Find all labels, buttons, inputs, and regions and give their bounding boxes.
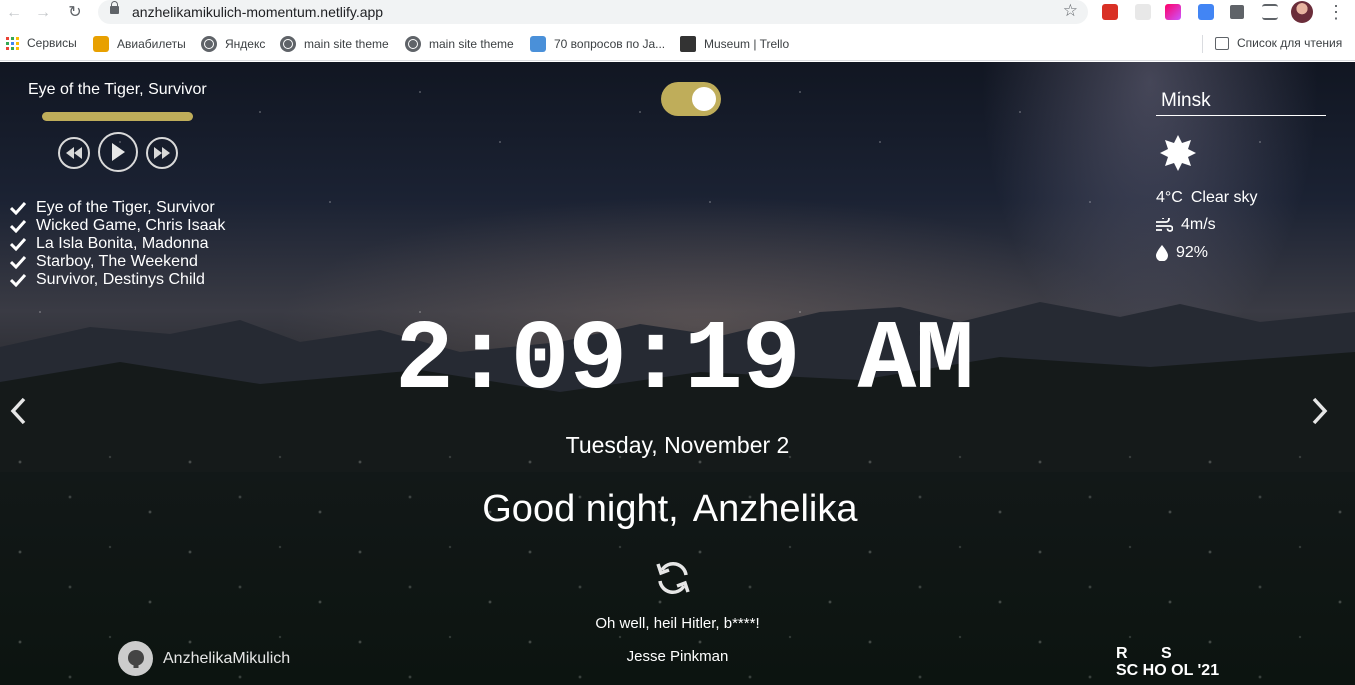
globe-icon [280, 36, 296, 52]
greeting: Good night, [0, 488, 1355, 531]
name-input[interactable] [692, 488, 873, 531]
check-icon [10, 237, 26, 251]
droplet-icon [1156, 245, 1168, 261]
current-song-title: Eye of the Tiger, Survivor [28, 81, 207, 98]
play-button[interactable] [98, 132, 138, 172]
extension-icon[interactable] [1165, 4, 1181, 20]
bookmark-label: main site theme [429, 37, 514, 51]
playlist: Eye of the Tiger, Survivor Wicked Game, … [10, 199, 225, 289]
url-text[interactable]: anzhelikamikulich-momentum.netlify.app [132, 4, 383, 20]
playlist-item[interactable]: Survivor, Destinys Child [10, 271, 225, 289]
momentum-page: Eye of the Tiger, Survivor Eye of the Ti… [0, 62, 1355, 685]
bookmark-aviabilety[interactable]: Авиабилеты [93, 36, 186, 52]
check-icon [10, 273, 26, 287]
rewind-icon [66, 147, 82, 159]
extension-icon[interactable] [1135, 4, 1151, 20]
wind-row: 4m/s [1156, 216, 1216, 234]
profile-avatar[interactable] [1291, 1, 1313, 23]
wind-icon [1156, 218, 1173, 232]
rs-school-logo[interactable]: R S SC HO OL '21 [1116, 642, 1231, 679]
playlist-item-label: Eye of the Tiger, Survivor [36, 199, 215, 216]
apps-grid-icon [6, 36, 19, 50]
reading-list-button[interactable]: Список для чтения [1215, 36, 1342, 50]
toggle-knob [692, 87, 716, 111]
puzzle-extensions-icon[interactable] [1230, 5, 1244, 19]
translate-icon[interactable] [1198, 4, 1214, 20]
bookmark-label: Museum | Trello [704, 37, 790, 51]
github-username: AnzhelikaMikulich [163, 649, 291, 667]
svg-text:R: R [1116, 645, 1128, 662]
svg-text:SC HO OL '21: SC HO OL '21 [1116, 662, 1219, 678]
wind-speed: 4m/s [1181, 216, 1216, 233]
bookmark-yandex[interactable]: Яндекс [201, 36, 265, 52]
check-icon [10, 219, 26, 233]
bookmark-museum-trello[interactable]: Museum | Trello [680, 36, 789, 52]
humidity-row: 92% [1156, 244, 1208, 262]
next-button[interactable] [146, 137, 178, 169]
quote-text: Oh well, heil Hitler, b****! [595, 615, 760, 632]
settings-toggle[interactable] [661, 82, 721, 116]
rs-school-logo-icon: R S SC HO OL '21 [1116, 645, 1219, 679]
prev-button[interactable] [58, 137, 90, 169]
svg-text:S: S [1161, 645, 1172, 662]
reload-icon[interactable]: ↻ [65, 3, 85, 23]
playlist-item[interactable]: Wicked Game, Chris Isaak [10, 217, 225, 235]
playlist-item-label: La Isla Bonita, Madonna [36, 235, 209, 252]
bookmarks-bar: Сервисы Авиабилеты Яндекс main site them… [0, 27, 1355, 61]
bookmark-site-icon [530, 36, 546, 52]
song-progress-bar[interactable] [42, 112, 193, 121]
bookmark-label: Авиабилеты [117, 37, 186, 51]
globe-icon [201, 36, 217, 52]
extension-icon[interactable] [1102, 4, 1118, 20]
bookmark-label: Яндекс [225, 37, 266, 51]
bookmark-label: Сервисы [27, 36, 77, 50]
city-input[interactable] [1156, 86, 1326, 116]
divider [1202, 35, 1203, 53]
weather-summary: 4°C Clear sky [1156, 189, 1258, 207]
humidity-value: 92% [1176, 244, 1209, 261]
slide-next-icon[interactable] [1308, 395, 1332, 427]
playlist-item-label: Wicked Game, Chris Isaak [36, 217, 226, 234]
globe-icon [405, 36, 421, 52]
media-control-icon[interactable] [1262, 4, 1278, 20]
bookmark-main-site-theme-1[interactable]: main site theme [280, 36, 389, 52]
lock-icon [110, 1, 119, 14]
playlist-item-label: Survivor, Destinys Child [36, 271, 205, 288]
check-icon [10, 201, 26, 215]
reading-list-icon [1215, 36, 1229, 50]
playlist-item[interactable]: Eye of the Tiger, Survivor [10, 199, 225, 217]
reading-list-label: Список для чтения [1237, 36, 1343, 50]
bookmark-star-icon[interactable]: ☆ [1063, 1, 1078, 21]
bookmark-70-questions[interactable]: 70 вопросов по Ja... [530, 36, 665, 52]
github-link[interactable]: AnzhelikaMikulich [118, 641, 290, 676]
check-icon [10, 255, 26, 269]
back-arrow-icon[interactable]: ← [4, 3, 24, 23]
trello-icon [680, 36, 696, 52]
ticket-icon [93, 36, 109, 52]
playlist-item-label: Starboy, The Weekend [36, 253, 198, 270]
weather-description: Clear sky [1190, 189, 1258, 206]
slide-prev-icon[interactable] [6, 395, 30, 427]
forward-arrow-icon[interactable]: → [33, 3, 53, 23]
bookmark-main-site-theme-2[interactable]: main site theme [405, 36, 514, 52]
fast-forward-icon [154, 147, 170, 159]
bookmark-apps[interactable]: Сервисы [6, 36, 77, 50]
temperature: 4°C [1156, 189, 1183, 206]
playlist-item[interactable]: Starboy, The Weekend [10, 253, 225, 271]
address-bar[interactable]: anzhelikamikulich-momentum.netlify.app ☆ [98, 0, 1088, 24]
sun-icon [1160, 135, 1196, 171]
date: Tuesday, November 2 [565, 432, 790, 458]
browser-toolbar: ← → ↻ anzhelikamikulich-momentum.netlify… [0, 0, 1355, 27]
play-icon [112, 143, 125, 161]
kebab-menu-icon[interactable]: ⋮ [1327, 2, 1345, 23]
github-icon [118, 641, 153, 676]
greeting-text: Good night, [482, 488, 679, 530]
bookmark-label: main site theme [304, 37, 389, 51]
playlist-item[interactable]: La Isla Bonita, Madonna [10, 235, 225, 253]
clock: 2:09:19 AM [395, 306, 974, 417]
bookmark-label: 70 вопросов по Ja... [554, 37, 666, 51]
refresh-quote-icon[interactable] [655, 560, 691, 596]
